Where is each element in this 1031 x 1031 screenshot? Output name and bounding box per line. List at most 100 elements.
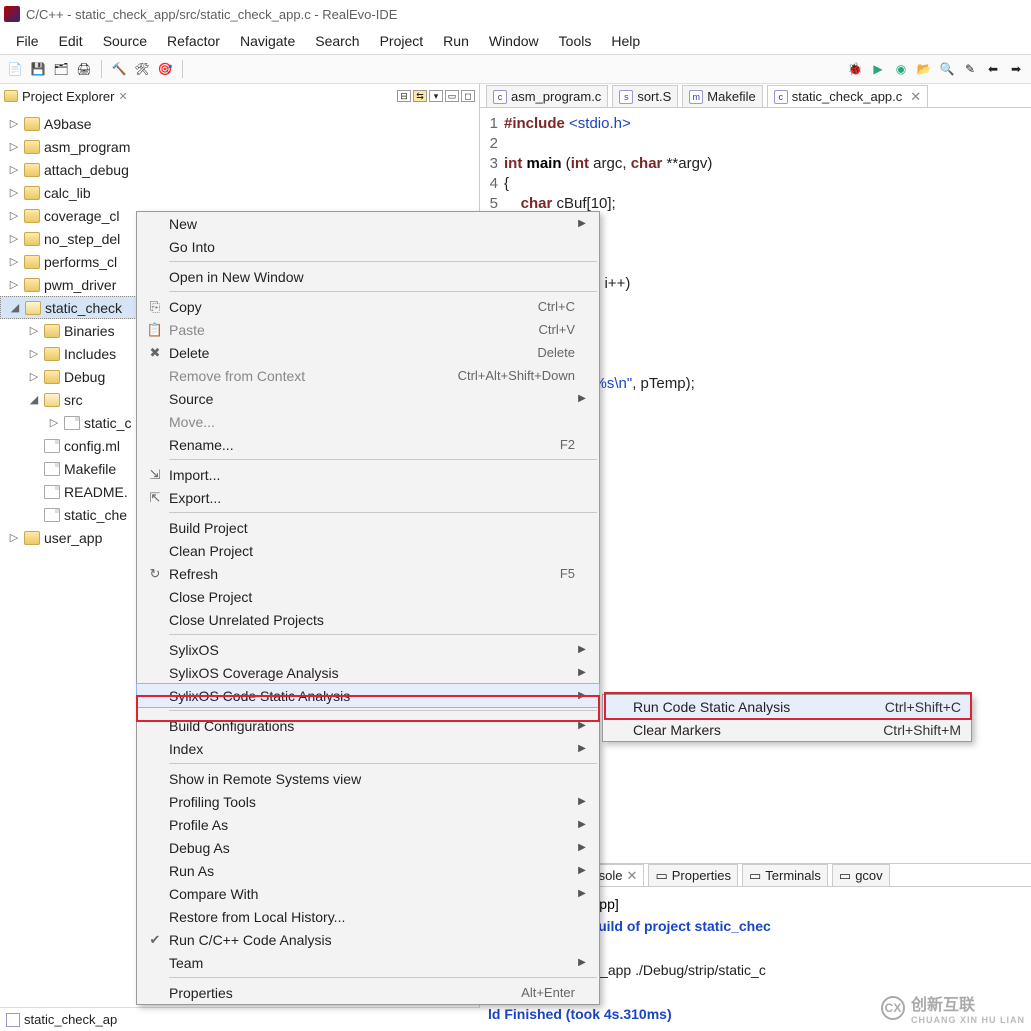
ctx-team[interactable]: Team ▶ xyxy=(137,951,599,974)
twisty-icon[interactable]: ▷ xyxy=(8,186,20,199)
maximize-icon[interactable]: ◻ xyxy=(461,90,475,102)
ctx-new[interactable]: New ▶ xyxy=(137,212,599,235)
editor-tab-sort-s[interactable]: ssort.S xyxy=(612,85,678,107)
ctx-restore-from-local-history-[interactable]: Restore from Local History... xyxy=(137,905,599,928)
close-icon[interactable]: ✕ xyxy=(627,868,638,884)
twisty-icon[interactable]: ▷ xyxy=(8,117,20,130)
tree-item-attach-debug[interactable]: ▷ attach_debug xyxy=(0,158,479,181)
nav-fwd-icon[interactable]: ➡ xyxy=(1007,60,1025,78)
twisty-icon[interactable]: ▷ xyxy=(8,255,20,268)
ctx-go-into[interactable]: Go Into xyxy=(137,235,599,258)
menu-run[interactable]: Run xyxy=(435,31,477,51)
editor-tab-asm-program-c[interactable]: casm_program.c xyxy=(486,85,608,107)
ctx-show-in-remote-systems-view[interactable]: Show in Remote Systems view xyxy=(137,767,599,790)
ctx-run-as[interactable]: Run As ▶ xyxy=(137,859,599,882)
ctx-run-c-c-code-analysis[interactable]: ✔ Run C/C++ Code Analysis xyxy=(137,928,599,951)
build-all-icon[interactable]: 🛠 xyxy=(133,60,151,78)
save-icon[interactable]: 💾 xyxy=(29,60,47,78)
ctx-import-[interactable]: ⇲ Import... xyxy=(137,463,599,486)
run-icon[interactable]: ▶ xyxy=(869,60,887,78)
twisty-icon[interactable]: ▷ xyxy=(8,163,20,176)
debug-icon[interactable]: 🐞 xyxy=(846,60,864,78)
print-icon[interactable]: 🖨 xyxy=(75,60,93,78)
twisty-icon[interactable]: ▷ xyxy=(48,416,60,429)
twisty-icon[interactable]: ▷ xyxy=(28,324,40,337)
ctx-source[interactable]: Source ▶ xyxy=(137,387,599,410)
ctx-paste[interactable]: 📋 Paste Ctrl+V xyxy=(137,318,599,341)
submenu-clear-markers[interactable]: Clear Markers Ctrl+Shift+M xyxy=(603,718,971,741)
twisty-icon[interactable]: ◢ xyxy=(9,301,21,314)
menu-search[interactable]: Search xyxy=(307,31,367,51)
twisty-icon[interactable]: ▷ xyxy=(8,209,20,222)
build-icon[interactable]: 🔨 xyxy=(110,60,128,78)
menu-project[interactable]: Project xyxy=(372,31,432,51)
code-line[interactable] xyxy=(504,134,1031,154)
ctx-sylixos[interactable]: SylixOS ▶ xyxy=(137,638,599,661)
tree-item-a9base[interactable]: ▷ A9base xyxy=(0,112,479,135)
twisty-icon[interactable]: ▷ xyxy=(8,278,20,291)
bottom-tab-terminals[interactable]: ▭Terminals xyxy=(742,864,828,886)
ctx-copy[interactable]: ⎘ Copy Ctrl+C xyxy=(137,295,599,318)
save-all-icon[interactable]: 🗂 xyxy=(52,60,70,78)
editor-tab-makefile[interactable]: mMakefile xyxy=(682,85,762,107)
close-icon[interactable]: ✕ xyxy=(910,89,921,105)
ctx-refresh[interactable]: ↻ Refresh F5 xyxy=(137,562,599,585)
ctx-delete[interactable]: ✖ Delete Delete xyxy=(137,341,599,364)
ctx-index[interactable]: Index ▶ xyxy=(137,737,599,760)
submenu-run-code-static-analysis[interactable]: Run Code Static Analysis Ctrl+Shift+C xyxy=(603,695,971,718)
submenu-static-analysis[interactable]: Run Code Static Analysis Ctrl+Shift+CCle… xyxy=(602,694,972,742)
tree-item-calc-lib[interactable]: ▷ calc_lib xyxy=(0,181,479,204)
editor-tab-static-check-app-c[interactable]: cstatic_check_app.c✕ xyxy=(767,85,928,107)
ctx-move-[interactable]: Move... xyxy=(137,410,599,433)
menu-refactor[interactable]: Refactor xyxy=(159,31,228,51)
twisty-icon[interactable]: ◢ xyxy=(28,393,40,406)
code-line[interactable]: int main (int argc, char **argv) xyxy=(504,154,1031,174)
ctx-remove-from-context[interactable]: Remove from Context Ctrl+Alt+Shift+Down xyxy=(137,364,599,387)
link-editor-icon[interactable]: ⇆ xyxy=(413,90,427,102)
context-menu[interactable]: New ▶ Go Into Open in New Window ⎘ Copy … xyxy=(136,211,600,1005)
twisty-icon[interactable]: ▷ xyxy=(8,531,20,544)
statusbar-file[interactable]: static_check_ap xyxy=(24,1012,117,1027)
twisty-icon[interactable]: ▷ xyxy=(8,140,20,153)
ctx-compare-with[interactable]: Compare With ▶ xyxy=(137,882,599,905)
ctx-profiling-tools[interactable]: Profiling Tools ▶ xyxy=(137,790,599,813)
bottom-tab-gcov[interactable]: ▭gcov xyxy=(832,864,890,886)
new-icon[interactable]: 📄 xyxy=(6,60,24,78)
ctx-sylixos-code-static-analysis[interactable]: SylixOS Code Static Analysis ▶ xyxy=(137,684,599,707)
minimize-icon[interactable]: ▭ xyxy=(445,90,459,102)
twisty-icon[interactable]: ▷ xyxy=(28,347,40,360)
code-line[interactable]: #include <stdio.h> xyxy=(504,114,1031,134)
target-icon[interactable]: 🎯 xyxy=(156,60,174,78)
menu-file[interactable]: File xyxy=(8,31,47,51)
ctx-export-[interactable]: ⇱ Export... xyxy=(137,486,599,509)
menu-window[interactable]: Window xyxy=(481,31,547,51)
ctx-build-configurations[interactable]: Build Configurations ▶ xyxy=(137,714,599,737)
menu-icon[interactable]: ▾ xyxy=(429,90,443,102)
menu-navigate[interactable]: Navigate xyxy=(232,31,303,51)
ctx-properties[interactable]: Properties Alt+Enter xyxy=(137,981,599,1004)
ctx-sylixos-coverage-analysis[interactable]: SylixOS Coverage Analysis ▶ xyxy=(137,661,599,684)
ctx-build-project[interactable]: Build Project xyxy=(137,516,599,539)
tree-item-asm-program[interactable]: ▷ asm_program xyxy=(0,135,479,158)
ctx-clean-project[interactable]: Clean Project xyxy=(137,539,599,562)
wand-icon[interactable]: ✎ xyxy=(961,60,979,78)
collapse-icon[interactable]: ⊟ xyxy=(397,90,411,102)
ctx-profile-as[interactable]: Profile As ▶ xyxy=(137,813,599,836)
menu-help[interactable]: Help xyxy=(603,31,648,51)
ctx-debug-as[interactable]: Debug As ▶ xyxy=(137,836,599,859)
ctx-close-project[interactable]: Close Project xyxy=(137,585,599,608)
ctx-rename-[interactable]: Rename... F2 xyxy=(137,433,599,456)
ctx-close-unrelated-projects[interactable]: Close Unrelated Projects xyxy=(137,608,599,631)
nav-back-icon[interactable]: ⬅ xyxy=(984,60,1002,78)
bottom-tab-properties[interactable]: ▭Properties xyxy=(648,864,738,886)
search-icon[interactable]: 🔍 xyxy=(938,60,956,78)
close-icon[interactable]: ✕ xyxy=(118,90,127,103)
menu-source[interactable]: Source xyxy=(95,31,155,51)
open-icon[interactable]: 📂 xyxy=(915,60,933,78)
ctx-open-in-new-window[interactable]: Open in New Window xyxy=(137,265,599,288)
twisty-icon[interactable]: ▷ xyxy=(28,370,40,383)
menu-tools[interactable]: Tools xyxy=(551,31,600,51)
menu-edit[interactable]: Edit xyxy=(51,31,91,51)
code-line[interactable]: { xyxy=(504,174,1031,194)
twisty-icon[interactable]: ▷ xyxy=(8,232,20,245)
